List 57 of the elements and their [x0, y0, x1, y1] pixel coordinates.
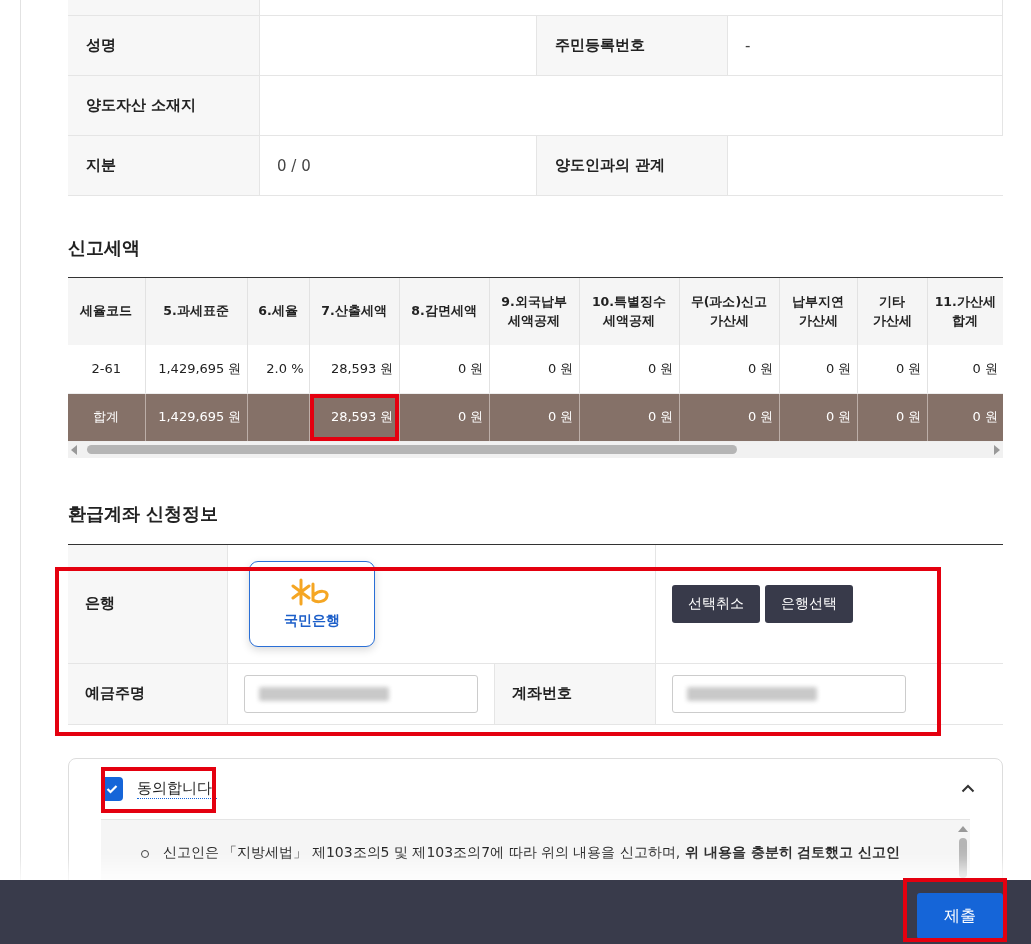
column-header: 8.감면세액 — [399, 278, 489, 345]
table-cell: 0 원 — [679, 393, 779, 441]
vertical-scrollbar[interactable] — [958, 825, 968, 878]
table-cell: 2-61 — [68, 345, 145, 393]
section-title: 신고세액 — [68, 236, 141, 260]
table-cell: 합계 — [68, 393, 145, 441]
table-cell: 2.0 % — [247, 345, 309, 393]
table-cell: 0 원 — [399, 393, 489, 441]
field-value: 0 / 0 — [277, 156, 311, 175]
input-field[interactable] — [244, 674, 478, 713]
field-value: - — [745, 36, 751, 55]
field-label: 예금주명 — [85, 684, 145, 703]
table-cell: 1,429,695 원 — [145, 393, 247, 441]
table-cell: 0 원 — [579, 345, 679, 393]
table-cell: 28,593 원 — [309, 345, 399, 393]
section-title: 환급계좌 신청정보 — [68, 501, 220, 526]
action-button[interactable]: 선택취소 — [672, 584, 760, 623]
table-cell: 0 원 — [927, 393, 1003, 441]
field-label: 성명 — [86, 36, 116, 55]
column-header: 10.특별징수 세액공제 — [579, 278, 679, 345]
table-cell: 0 원 — [679, 345, 779, 393]
chevron-icon[interactable] — [961, 784, 975, 793]
field-label: 양도자산 소재지 — [86, 96, 197, 115]
table-cell: 0 원 — [927, 345, 1003, 393]
field-label: 지분 — [86, 156, 116, 175]
field-label: 양도인과의 관계 — [555, 156, 666, 175]
field-label: 계좌번호 — [512, 684, 572, 703]
table-cell: 1,429,695 원 — [145, 345, 247, 393]
column-header: 기타 가산세 — [857, 278, 927, 345]
field-label: 은행 — [85, 594, 115, 613]
column-header: 6.세율 — [247, 278, 309, 345]
action-button[interactable]: 은행선택 — [765, 584, 853, 623]
column-header: 납부지연 가산세 — [779, 278, 857, 345]
table-cell: 0 원 — [489, 393, 579, 441]
table-cell: 0 원 — [779, 393, 857, 441]
checkbox-label[interactable]: 동의합니다. — [137, 778, 217, 799]
bank-name: 국민은행 — [284, 611, 340, 630]
table-cell: 0 원 — [779, 345, 857, 393]
submit-button[interactable]: 제출 — [917, 893, 1003, 939]
table-cell: 0 원 — [579, 393, 679, 441]
bank-card[interactable]: 국민은행 — [249, 560, 375, 647]
column-header: 11.가산세 합계 — [927, 278, 1003, 345]
table-cell: 0 원 — [489, 345, 579, 393]
column-header: 7.산출세액 — [309, 278, 399, 345]
table-cell — [247, 393, 309, 441]
check-icon — [106, 783, 118, 794]
input-field[interactable] — [672, 674, 906, 713]
column-header: 9.외국납부 세액공제 — [489, 278, 579, 345]
column-header: 세율코드 — [68, 278, 145, 345]
table-cell: 0 원 — [857, 345, 927, 393]
column-header: 5.과세표준 — [145, 278, 247, 345]
field-label: 주민등록번호 — [555, 36, 645, 55]
agreement-text: 신고인은 「지방세법」 제103조의5 및 제103조의7에 따라 위의 내용을 신고하며, 위 내용을 충분히 검토했고 신고인 — [163, 843, 901, 862]
table-cell: 0 원 — [399, 345, 489, 393]
table-cell: 0 원 — [857, 393, 927, 441]
table-cell: 28,593 원 — [309, 393, 399, 441]
column-header: 무(과소)신고 가산세 — [679, 278, 779, 345]
